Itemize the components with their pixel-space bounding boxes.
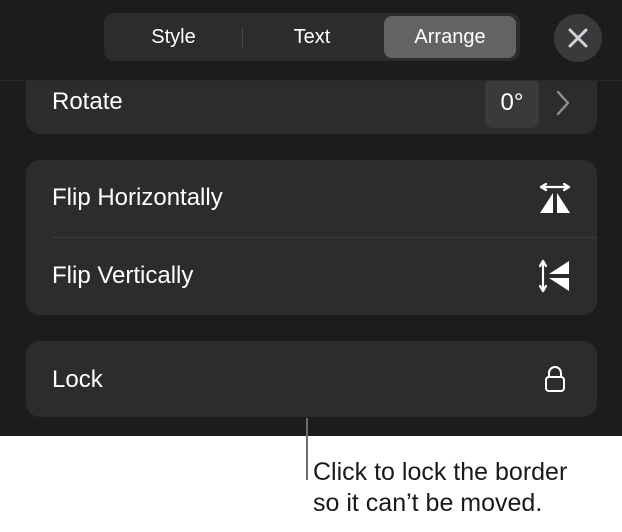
close-button[interactable] (554, 14, 602, 62)
flip-horizontal-icon (538, 182, 572, 222)
rotate-label: Rotate (52, 88, 123, 115)
callout-line-1: Click to lock the border (313, 458, 568, 486)
lock-label: Lock (52, 366, 103, 393)
flip-horizontal-row[interactable]: Flip Horizontally (26, 160, 597, 237)
arrange-panel: Rotate 0° Flip Horizontally Flip Vertica… (0, 0, 622, 436)
tab-text[interactable]: Text (244, 16, 380, 58)
tab-divider (242, 27, 243, 49)
tab-style[interactable]: Style (107, 16, 240, 58)
flip-horizontal-label: Flip Horizontally (52, 184, 223, 211)
callout-line (306, 418, 308, 480)
lock-icon (544, 365, 566, 400)
rotate-row[interactable]: Rotate 0° (26, 78, 597, 128)
close-icon (567, 27, 589, 49)
tab-arrange[interactable]: Arrange (384, 16, 516, 58)
callout-text: Click to lock the border so it can’t be … (313, 457, 567, 519)
panel-header: Style Text Arrange (0, 0, 622, 81)
flip-vertical-row[interactable]: Flip Vertically (26, 238, 597, 315)
callout-line-2: so it can’t be moved. (313, 489, 543, 517)
flip-vertical-label: Flip Vertically (52, 262, 194, 289)
rotate-value[interactable]: 0° (485, 78, 539, 128)
lock-group: Lock (26, 341, 597, 417)
chevron-right-icon[interactable] (556, 90, 570, 123)
flip-vertical-icon (538, 258, 571, 301)
lock-row[interactable]: Lock (26, 341, 597, 417)
tab-segmented-control: Style Text Arrange (104, 13, 520, 61)
flip-group: Flip Horizontally Flip Vertically (26, 160, 597, 315)
